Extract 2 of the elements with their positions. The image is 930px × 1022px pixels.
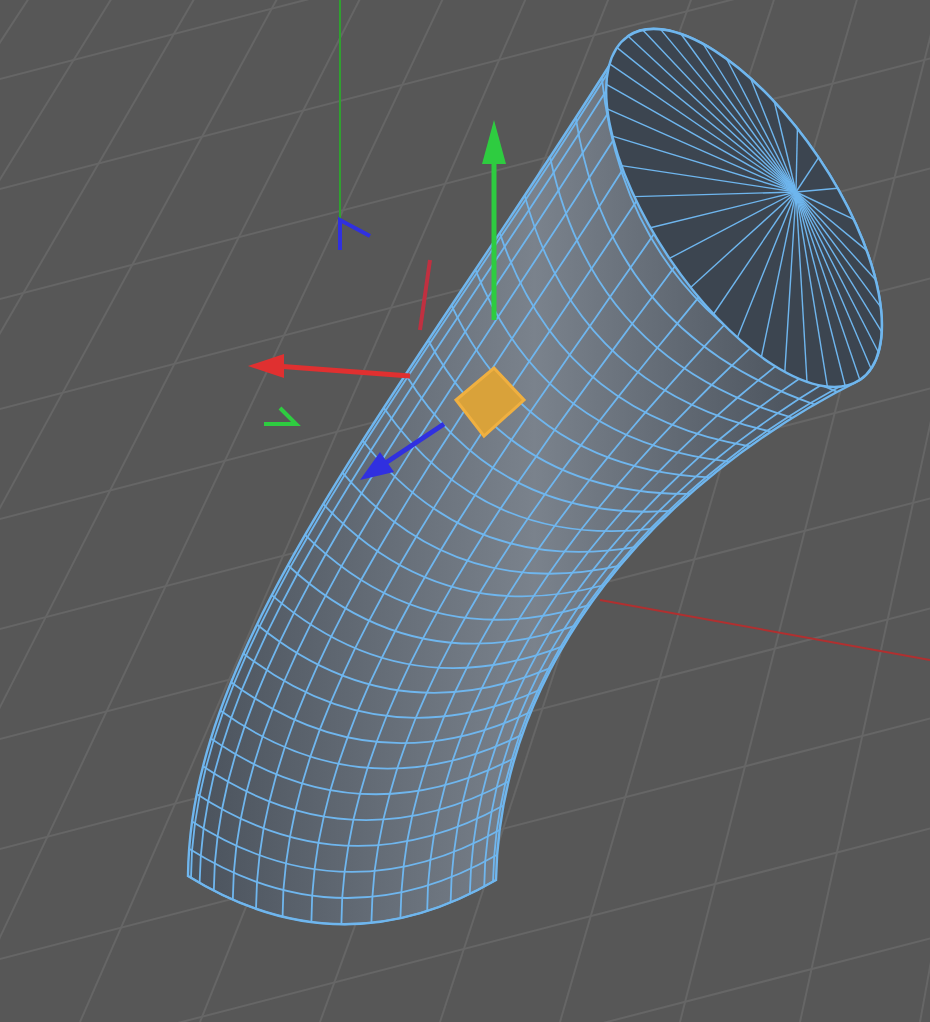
selected-polygon[interactable]	[453, 365, 527, 439]
move-gizmo-drawing[interactable]	[248, 120, 506, 480]
